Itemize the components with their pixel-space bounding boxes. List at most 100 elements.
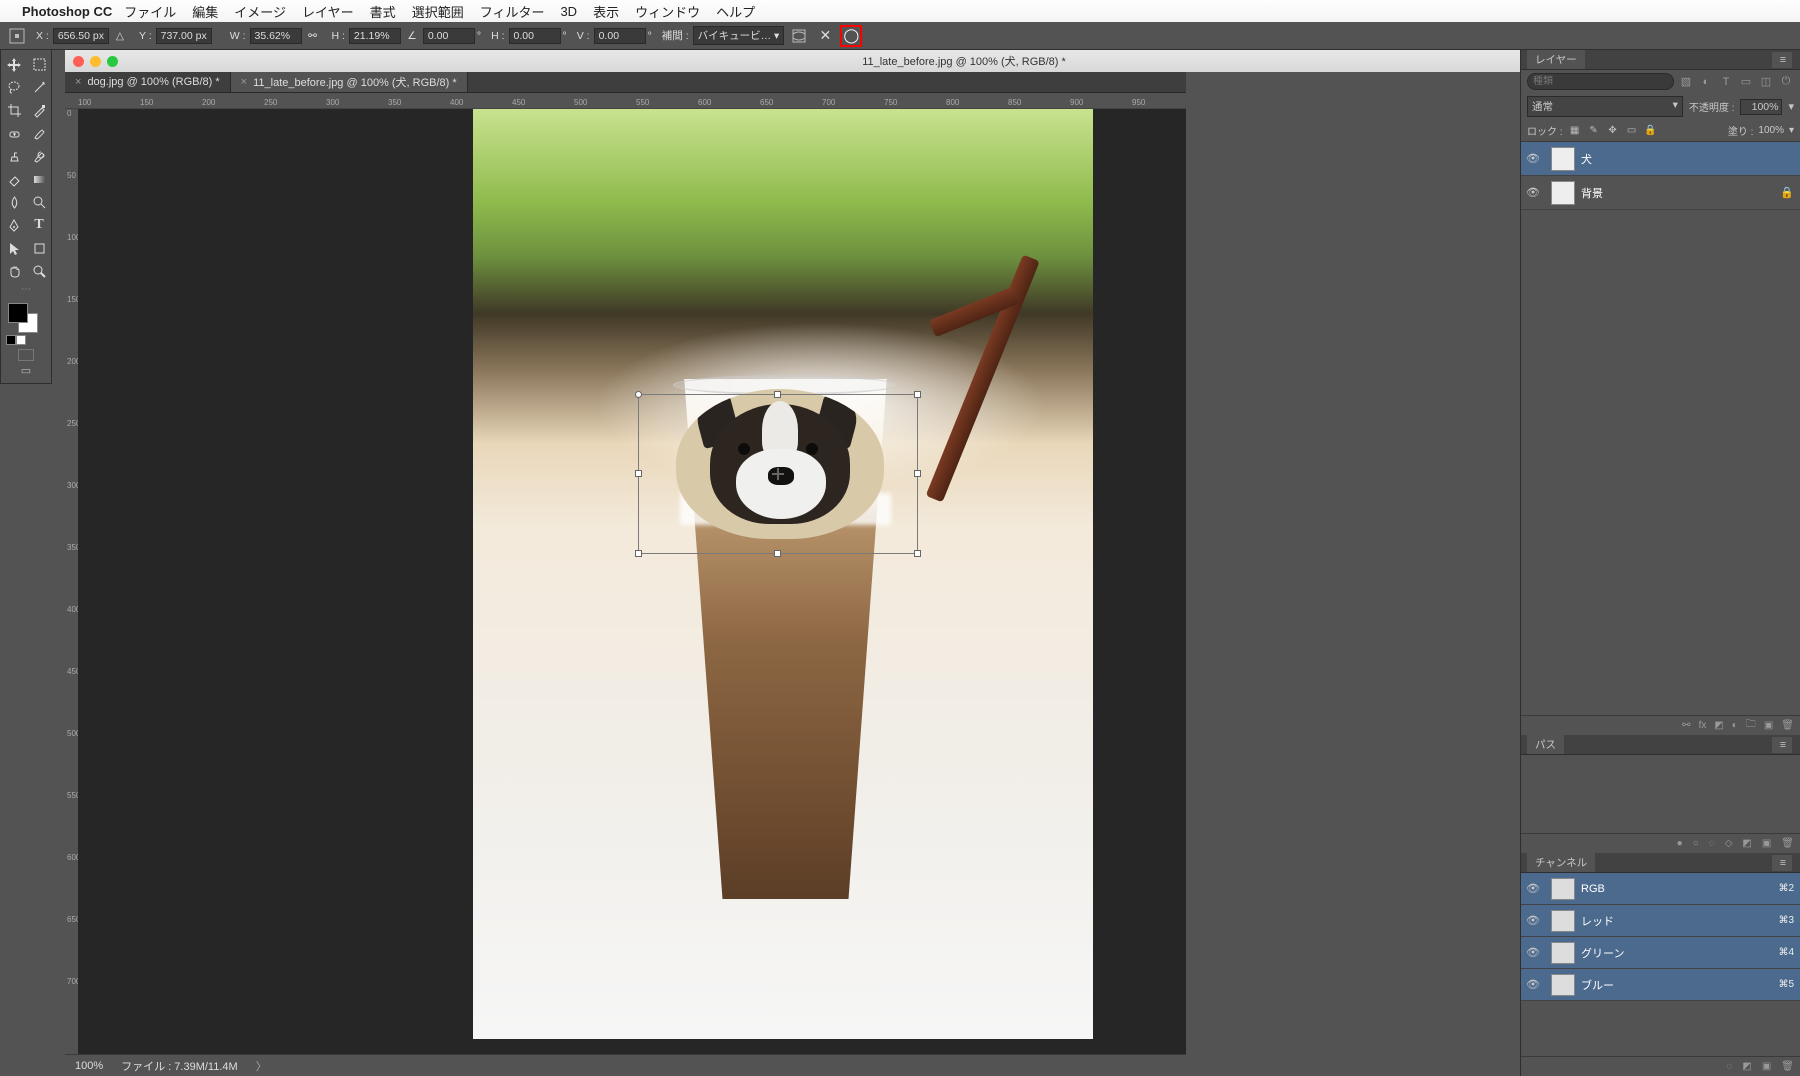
canvas-viewport[interactable] [78,109,1186,1054]
layer-row[interactable]: 👁 犬 [1521,142,1800,176]
filter-type-icon[interactable]: T [1718,74,1734,90]
zoom-tool-icon[interactable] [27,260,51,282]
channel-to-selection-icon[interactable]: ◌ [1726,1061,1732,1072]
filter-smart-icon[interactable]: ◫ [1758,74,1774,90]
layer-name[interactable]: 背景 [1581,185,1780,201]
filter-toggle-icon[interactable]: ⏻ [1778,74,1794,90]
healing-tool-icon[interactable] [2,122,26,144]
doc-tab-0[interactable]: ×dog.jpg @ 100% (RGB/8) * [65,72,231,92]
eraser-tool-icon[interactable] [2,168,26,190]
link-layers-icon[interactable]: ⚯ [1682,720,1690,731]
ruler-origin[interactable] [65,93,79,109]
reference-point-icon[interactable] [8,27,26,45]
paths-body[interactable] [1521,755,1800,833]
angle-field[interactable]: 0.00 [423,28,475,44]
lock-pixels-icon[interactable]: ✎ [1587,124,1601,138]
magic-wand-tool-icon[interactable] [27,76,51,98]
warp-mode-icon[interactable] [788,25,810,47]
status-menu-icon[interactable]: 〉 [256,1058,267,1074]
cancel-transform-icon[interactable]: ✕ [814,25,836,47]
w-field[interactable]: 35.62% [250,28,302,44]
interp-select[interactable]: バイキュービ… ▾ [693,26,785,45]
transform-handle[interactable] [635,391,642,398]
path-to-selection-icon[interactable]: ◌ [1709,838,1715,849]
minimize-window-icon[interactable] [90,56,101,67]
free-transform-bounds[interactable] [638,394,918,554]
channel-row[interactable]: 👁 グリーン ⌘4 [1521,937,1800,969]
new-path-icon[interactable]: ▣ [1762,838,1771,849]
layer-filter-input[interactable] [1527,73,1674,90]
opacity-field[interactable]: 100% [1740,99,1782,115]
visibility-icon[interactable]: 👁 [1521,152,1545,165]
filter-shape-icon[interactable]: ▭ [1738,74,1754,90]
panel-menu-icon[interactable]: ≡ [1772,52,1792,68]
history-brush-tool-icon[interactable] [27,145,51,167]
stroke-path-icon[interactable]: ○ [1693,838,1699,849]
h-field[interactable]: 21.19% [349,28,401,44]
hand-tool-icon[interactable] [2,260,26,282]
visibility-icon[interactable]: 👁 [1521,946,1545,959]
lock-transparency-icon[interactable]: ▦ [1568,124,1582,138]
lock-position-icon[interactable]: ✥ [1606,124,1620,138]
layer-mask-icon[interactable]: ◩ [1714,720,1723,731]
close-window-icon[interactable] [73,56,84,67]
channels-panel-tab[interactable]: チャンネル≡ [1521,853,1800,873]
path-select-tool-icon[interactable] [2,237,26,259]
menu-window[interactable]: ウィンドウ [635,2,700,21]
menu-select[interactable]: 選択範囲 [412,2,464,21]
crop-tool-icon[interactable] [2,99,26,121]
visibility-icon[interactable]: 👁 [1521,186,1545,199]
foreground-swatch[interactable] [8,303,28,323]
hskew-field[interactable]: 0.00 [509,28,561,44]
panel-menu-icon[interactable]: ≡ [1772,855,1792,871]
filter-adjust-icon[interactable]: ◐ [1698,74,1714,90]
transform-handle[interactable] [774,550,781,557]
adjustment-layer-icon[interactable]: ◐ [1732,720,1738,731]
group-icon[interactable]: 🗀 [1746,717,1756,734]
menu-type[interactable]: 書式 [370,2,396,21]
transform-center-icon[interactable] [772,468,784,480]
blend-mode-select[interactable]: 通常▾ [1527,96,1683,117]
close-tab-icon[interactable]: × [241,76,247,88]
quickmask-icon[interactable] [18,349,34,361]
link-wh-icon[interactable]: ⚯ [304,27,322,45]
dodge-tool-icon[interactable] [27,191,51,213]
panel-menu-icon[interactable]: ≡ [1772,737,1792,753]
trash-icon[interactable]: 🗑 [1781,1061,1794,1072]
menu-help[interactable]: ヘルプ [716,2,755,21]
clone-stamp-tool-icon[interactable] [2,145,26,167]
menu-view[interactable]: 表示 [593,2,619,21]
layer-thumb[interactable] [1551,181,1575,205]
transform-handle[interactable] [635,470,642,477]
fill-path-icon[interactable]: ● [1677,838,1683,849]
lasso-tool-icon[interactable] [2,76,26,98]
zoom-window-icon[interactable] [107,56,118,67]
trash-icon[interactable]: 🗑 [1781,838,1794,849]
edit-toolbar-icon[interactable]: ⋯ [2,284,50,295]
layer-row[interactable]: 👁 背景 🔒 [1521,176,1800,210]
move-tool-icon[interactable] [2,53,26,75]
brush-tool-icon[interactable] [27,122,51,144]
selection-to-path-icon[interactable]: ◇ [1725,838,1733,849]
fx-icon[interactable]: fx [1699,720,1707,731]
pen-tool-icon[interactable] [2,214,26,236]
close-tab-icon[interactable]: × [75,76,81,88]
type-tool-icon[interactable]: T [27,214,51,236]
menu-3d[interactable]: 3D [560,4,577,19]
channel-row[interactable]: 👁 ブルー ⌘5 [1521,969,1800,1001]
lock-artboard-icon[interactable]: ▭ [1625,124,1639,138]
trash-icon[interactable]: 🗑 [1781,720,1794,731]
ruler-horizontal[interactable]: 1001502002503003504004505005506006507007… [78,93,1186,109]
marquee-tool-icon[interactable] [27,53,51,75]
shape-tool-icon[interactable] [27,237,51,259]
menu-file[interactable]: ファイル [124,2,176,21]
transform-handle[interactable] [635,550,642,557]
doc-tab-1[interactable]: ×11_late_before.jpg @ 100% (犬, RGB/8) * [231,72,468,92]
layers-panel-tab[interactable]: レイヤー≡ [1521,50,1800,70]
channel-row[interactable]: 👁 レッド ⌘3 [1521,905,1800,937]
transform-handle[interactable] [914,391,921,398]
paths-panel-tab[interactable]: パス≡ [1521,735,1800,755]
lock-all-icon[interactable]: 🔒 [1644,124,1658,138]
ruler-vertical[interactable]: 0501001502002503003504004505005506006507… [65,109,79,1054]
filter-image-icon[interactable]: ▧ [1678,74,1694,90]
